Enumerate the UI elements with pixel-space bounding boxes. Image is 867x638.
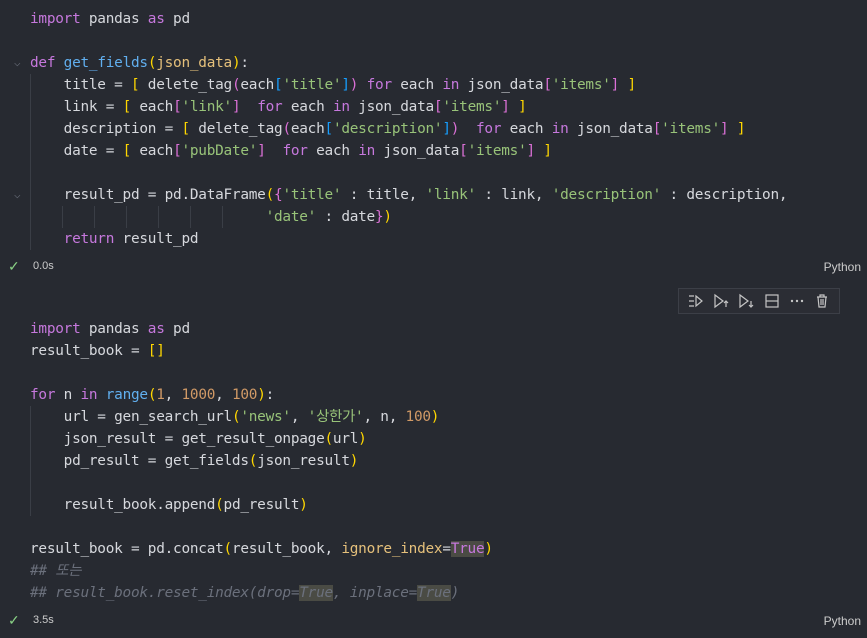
code-line: json_result = get_result_onpage(url) bbox=[30, 428, 493, 450]
code-line: return result_pd bbox=[30, 228, 787, 250]
code-line: ## 또는 bbox=[30, 563, 82, 579]
fold-icon[interactable]: ⌵ bbox=[14, 52, 21, 74]
code-line: pd_result = get_fields(json_result) bbox=[30, 450, 493, 472]
code-line: date = [ each['pubDate'] for each in jso… bbox=[30, 140, 787, 162]
code-line: for n in range(1, 1000, 100): bbox=[30, 387, 275, 403]
code-line: result_book = [] bbox=[30, 343, 165, 359]
execute-above-icon[interactable] bbox=[711, 291, 731, 311]
delete-icon[interactable] bbox=[812, 291, 832, 311]
code-line: url = gen_search_url('news', '상한가', n, 1… bbox=[30, 406, 493, 428]
code-cell-2[interactable]: import pandas as pd result_book = [] for… bbox=[0, 278, 867, 638]
code-line: 'date' : date}) bbox=[30, 206, 787, 228]
run-by-line-icon[interactable] bbox=[686, 291, 706, 311]
more-icon[interactable] bbox=[787, 291, 807, 311]
cell-language[interactable]: Python bbox=[824, 614, 861, 628]
code-line bbox=[30, 472, 493, 494]
code-line: ⌵ def get_fields(json_data): bbox=[14, 52, 787, 74]
code-line: description = [ delete_tag(each['descrip… bbox=[30, 118, 787, 140]
code-line: import pandas as pd bbox=[30, 11, 190, 27]
code-line: ⌵ result_pd = pd.DataFrame({'title' : ti… bbox=[14, 184, 788, 206]
execute-below-icon[interactable] bbox=[736, 291, 756, 311]
code-editor-2[interactable]: import pandas as pd result_book = [] for… bbox=[30, 318, 493, 604]
code-line: title = [ delete_tag(each['title']) for … bbox=[30, 74, 787, 96]
execution-time: 0.0s bbox=[33, 260, 54, 272]
cell-status-bar-1: ✓ 0.0s Python bbox=[0, 256, 867, 278]
cell-status-bar-2: ✓ 3.5s Python bbox=[0, 610, 867, 632]
code-line: result_book.append(pd_result) bbox=[30, 494, 493, 516]
execution-time: 3.5s bbox=[33, 614, 54, 626]
fold-icon[interactable]: ⌵ bbox=[14, 184, 21, 206]
split-cell-icon[interactable] bbox=[762, 291, 782, 311]
cell-toolbar bbox=[678, 288, 840, 314]
code-line: result_book = pd.concat(result_book, ign… bbox=[30, 541, 493, 557]
code-cell-1[interactable]: import pandas as pd ⌵ def get_fields(json… bbox=[0, 0, 867, 278]
cell-language[interactable]: Python bbox=[824, 260, 861, 274]
code-line: ## result_book.reset_index(drop=True, in… bbox=[30, 585, 460, 601]
code-line bbox=[30, 162, 787, 184]
code-line: link = [ each['link'] for each in json_d… bbox=[30, 96, 787, 118]
check-icon: ✓ bbox=[8, 258, 20, 274]
code-editor-1[interactable]: import pandas as pd ⌵ def get_fields(json… bbox=[14, 8, 788, 250]
code-line: import pandas as pd bbox=[30, 321, 190, 337]
check-icon: ✓ bbox=[8, 612, 20, 628]
